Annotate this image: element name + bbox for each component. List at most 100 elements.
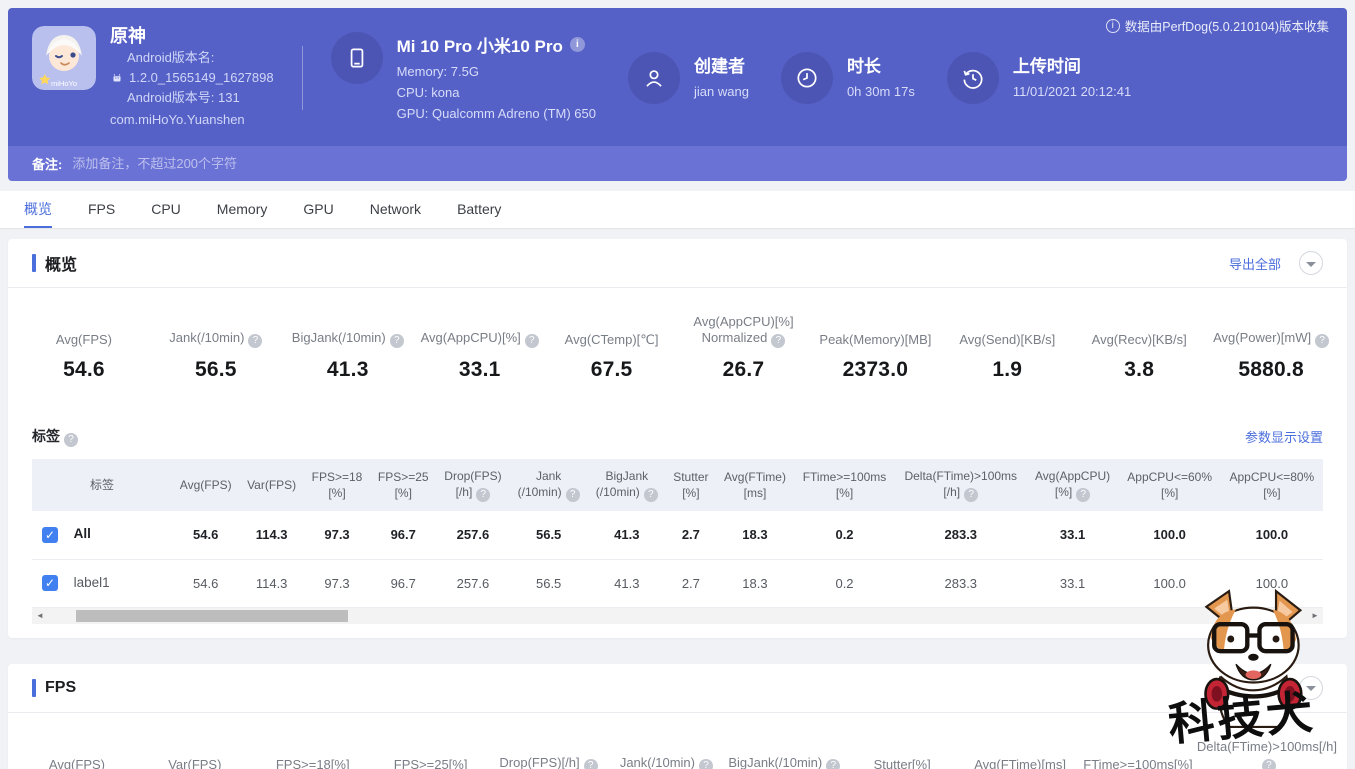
column-header: Avg(AppCPU) [%] [1026,459,1119,511]
metric-label: Avg(AppCPU)[%] [414,312,546,348]
help-icon[interactable] [964,488,979,502]
row-checkbox[interactable] [42,527,58,544]
note-label: 备注: [32,157,63,172]
metric: FPS>=18[%] 97.3 [254,737,372,769]
labels-section: 标签 参数显示设置 标签 Avg(FPS) Var(FPS) [8,426,1347,638]
help-icon[interactable] [565,488,580,502]
help-icon[interactable] [826,758,841,769]
app-icon-brand: miHoYo [51,79,77,88]
metric: Avg(AppCPU)[%] Normalized 26.7 [678,312,810,382]
tab-label: GPU [303,200,334,217]
column-header: Var(FPS) [239,459,304,511]
help-icon[interactable] [1315,334,1330,348]
help-icon[interactable] [248,334,263,348]
metric-value: 41.3 [326,358,369,381]
table-cell: 18.3 [715,511,795,560]
metric-label: Avg(Power)[mW] [1205,312,1337,348]
metric: Var(FPS) 114.3 [136,737,254,769]
table-row: All 54.6114.397.396.7257.656.541.32.718.… [32,511,1323,560]
note-input[interactable] [72,156,1323,171]
row-label: All [73,526,91,542]
overview-collapse-button[interactable] [1299,251,1323,275]
upload-block: 上传时间 11/01/2021 20:12:41 [946,52,1131,104]
help-icon[interactable] [389,334,404,348]
device-block: Mi 10 Pro 小米10 Pro Memory: 7.5G CPU: kon… [330,32,596,124]
tab[interactable]: FPS [88,191,115,228]
export-all-link[interactable]: 导出全部 [1229,254,1281,273]
metric-label: Delta(FTime)>100ms[/h] [1197,737,1337,769]
table-cell: 100.0 [1220,559,1323,608]
column-header: FTime>=100ms [%] [794,459,895,511]
section-accent-bar [32,254,36,272]
help-icon[interactable] [476,488,491,502]
row-checkbox[interactable] [42,575,58,592]
table-cell: 97.3 [303,559,371,608]
metric: BigJank(/10min) 41.3 [282,312,414,382]
metric: Jank(/10min) 56.5 [150,312,282,382]
metric-label: Avg(FPS) [55,332,112,347]
device-cpu: CPU: kona [396,85,460,100]
column-header: Avg(FPS) [172,459,240,511]
android-version: 1.2.0_1565149_1627898 [129,70,274,85]
column-header: AppCPU<=80% [%] [1220,459,1323,511]
tab[interactable]: Battery [457,191,501,228]
help-icon[interactable] [524,334,539,348]
clock-icon [780,52,833,104]
android-build: Android版本号: 131 [127,90,240,105]
param-display-settings-link[interactable]: 参数显示设置 [1245,427,1323,446]
help-icon[interactable] [583,758,598,769]
metric: Avg(Recv)[KB/s] 3.8 [1073,312,1205,382]
tab-label: Memory [216,200,268,217]
note-bar: 备注: [8,146,1347,181]
table-cell: 100.0 [1220,511,1323,560]
metric: Drop(FPS)[/h] 257.6 [490,737,608,769]
metric: Avg(FPS) 54.6 [18,737,136,769]
help-icon[interactable] [64,433,78,447]
fps-collapse-button[interactable] [1299,675,1323,700]
help-icon[interactable] [698,758,713,769]
metric: BigJank(/10min) 41.3 [725,737,843,769]
row-label: label1 [73,574,110,590]
tab[interactable]: CPU [151,191,181,228]
tab[interactable]: Network [370,191,421,228]
fps-metrics: Avg(FPS) 54.6 Var(FPS) 114.3 FPS>=18[%] [8,713,1347,769]
report-header: 数据由PerfDog(5.0.210104)版本收集 miHoYo 原神 [8,8,1347,181]
tab-label: CPU [151,200,181,217]
table-row: label1 54.6114.397.396.7257.656.541.32.7… [32,559,1323,608]
device-info-icon[interactable] [569,37,585,52]
table-cell: 100.0 [1118,559,1221,608]
metric-label: Jank(/10min) [150,312,282,348]
android-version-line: 1.2.0_1565149_1627898 [110,68,274,88]
metric-value: 26.7 [722,358,765,381]
help-icon[interactable] [1076,488,1091,502]
help-icon[interactable] [1261,758,1276,769]
scroll-left-arrow[interactable] [32,608,48,624]
column-header: Delta(FTime)>100ms [/h] [894,459,1027,511]
tab[interactable]: GPU [303,191,333,228]
table-cell: 2.7 [665,511,716,560]
table-cell: 114.3 [239,511,304,560]
collect-info: 数据由PerfDog(5.0.210104)版本收集 [1105,16,1329,35]
metric-label: BigJank(/10min) [282,312,414,348]
tab[interactable]: Memory [217,191,268,228]
fps-panel: FPS Avg(FPS) 54.6 Var(FPS) [8,663,1347,769]
scroll-right-arrow[interactable] [1307,608,1323,624]
metric-label: Var(FPS) [168,756,222,769]
header-divider [301,46,303,110]
help-icon[interactable] [643,488,658,502]
app-name: 原神 [110,26,146,46]
scrollbar-thumb[interactable] [76,609,348,622]
device-name: Mi 10 Pro 小米10 Pro [396,37,563,56]
history-icon [946,52,999,104]
table-cell: 33.1 [1026,511,1119,560]
metric-label: Avg(Recv)[KB/s] [1091,332,1187,347]
tab[interactable]: 概览 [24,191,52,228]
metric: Delta(FTime)>100ms[/h] 283.3 [1197,737,1337,769]
table-cell: 96.7 [370,559,437,608]
horizontal-scrollbar[interactable] [32,607,1323,624]
table-cell: 41.3 [587,511,666,560]
help-icon[interactable] [771,334,786,348]
overview-title: 概览 [45,257,78,274]
labels-table: 标签 Avg(FPS) Var(FPS) FPS>=18 [%] FPS>=25… [32,459,1323,608]
upload-label: 上传时间 [1012,57,1081,76]
